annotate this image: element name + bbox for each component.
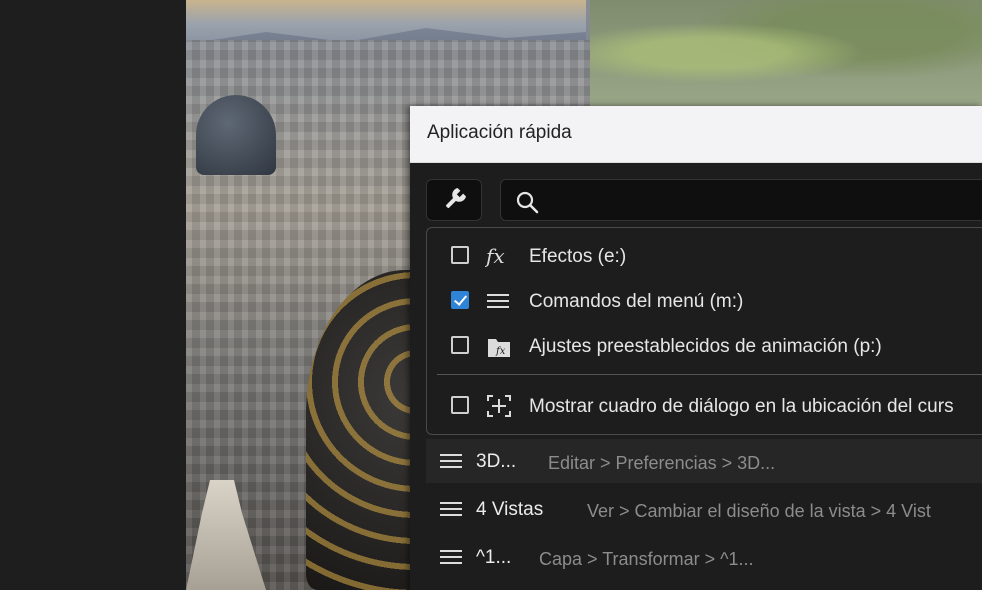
menu-lines-icon [440,550,462,564]
dialog-body: fx Efectos (e:) Comandos del menú (m:) f… [410,163,982,590]
dark-dome [196,95,276,175]
svg-text:fx: fx [495,346,506,357]
filter-options-panel: fx Efectos (e:) Comandos del menú (m:) f… [426,227,982,435]
foliage [590,0,982,106]
result-path: Editar > Preferencias > 3D... [548,453,776,473]
search-input[interactable] [545,186,982,216]
animation-presets-label: Ajustes preestablecidos de animación (p:… [529,336,882,357]
menu-lines-icon [440,454,462,468]
effects-checkbox[interactable] [451,246,469,264]
svg-text:fx: fx [485,244,505,268]
search-box[interactable] [500,179,982,221]
dialog-title: Aplicación rápida [427,122,572,143]
filter-divider [437,374,982,375]
result-path: Ver > Cambiar el diseño de la vista > 4 … [587,501,931,521]
filter-row-effects[interactable]: fx Efectos (e:) [427,238,982,274]
menu-lines-icon [440,502,462,516]
filter-row-animation-presets[interactable]: fx Ajustes preestablecidos de animación … [427,328,982,364]
dialog-at-cursor-checkbox[interactable] [451,396,469,414]
result-path: Capa > Transformar > ^1... [539,549,754,569]
menu-commands-checkbox[interactable] [451,291,469,309]
left-panel [0,0,186,590]
filter-row-menu-commands[interactable]: Comandos del menú (m:) [427,283,982,319]
dialog-titlebar[interactable]: Aplicación rápida [410,106,982,163]
result-row[interactable]: 4 Vistas Ver > Cambiar el diseño de la v… [426,487,982,531]
settings-wrench-button[interactable] [426,179,482,221]
result-name: ^1... [476,547,512,568]
result-row[interactable]: 3D... Editar > Preferencias > 3D... [426,439,982,483]
animation-presets-checkbox[interactable] [451,336,469,354]
menu-lines-icon [487,294,509,308]
results-list: 3D... Editar > Preferencias > 3D... 4 Vi… [426,435,982,590]
menu-commands-label: Comandos del menú (m:) [529,291,744,312]
sky [186,0,586,40]
fx-icon: fx [485,244,505,268]
wrench-icon [445,187,467,209]
filter-row-dialog-at-cursor[interactable]: Mostrar cuadro de diálogo en la ubicació… [427,388,982,424]
result-row[interactable]: ^1... Capa > Transformar > ^1... [426,535,982,579]
result-name: 3D... [476,451,517,472]
animation-preset-icon: fx [488,339,510,357]
search-icon [516,191,539,214]
effects-label: Efectos (e:) [529,246,627,267]
result-name: 4 Vistas [476,499,544,520]
cursor-location-icon [487,395,511,417]
quick-apply-dialog: Aplicación rápida fx Efectos (e:) Comand… [410,106,982,590]
dialog-at-cursor-label: Mostrar cuadro de diálogo en la ubicació… [529,396,954,417]
